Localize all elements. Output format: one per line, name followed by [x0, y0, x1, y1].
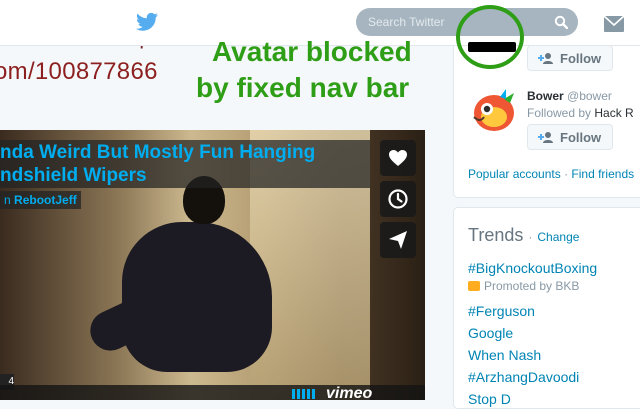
video-person-body: [122, 222, 272, 372]
trends-separator: ·: [528, 230, 533, 244]
trend-item[interactable]: Stop D: [468, 391, 511, 407]
annotation-line-1: Avatar blocked: [212, 36, 412, 67]
followed-by-prefix: Followed by: [527, 106, 592, 120]
annotation-line-2: by fixed nav bar: [196, 72, 410, 103]
trends-header: Trends · Change: [468, 225, 579, 246]
watch-later-button[interactable]: [380, 181, 416, 217]
video-title-line-2[interactable]: ndshield Wipers: [0, 165, 147, 187]
add-user-icon: [538, 132, 553, 143]
trends-change-link[interactable]: Change: [537, 230, 579, 244]
byline-author[interactable]: RebootJeff: [14, 193, 77, 207]
follow-button-label: Follow: [560, 130, 602, 145]
followed-by-text: Followed by Hack R: [527, 106, 634, 120]
clock-icon: [388, 189, 408, 209]
vimeo-logo[interactable]: vimeo: [326, 385, 372, 400]
highlight-circle: [456, 5, 524, 69]
video-title-box[interactable]: nda Weird But Mostly Fun Hanging ndshiel…: [0, 140, 370, 188]
twitter-bird-icon[interactable]: [136, 12, 158, 32]
promoted-text: Promoted by BKB: [484, 279, 580, 293]
bower-display-name[interactable]: Bower: [527, 89, 564, 103]
trend-item[interactable]: Google: [468, 325, 513, 341]
follow-button-label: Follow: [560, 51, 602, 66]
bower-name[interactable]: Bower @bower: [527, 89, 612, 103]
add-user-icon: [538, 53, 553, 64]
share-button[interactable]: [380, 222, 416, 258]
popular-accounts-link[interactable]: Popular accounts: [468, 167, 561, 181]
trend-item[interactable]: #Ferguson: [468, 303, 535, 319]
byline-prefix: n: [4, 193, 11, 207]
bower-handle: @bower: [567, 89, 612, 103]
follow-button[interactable]: Follow: [527, 45, 613, 71]
video-title-line-1[interactable]: nda Weird But Mostly Fun Hanging: [0, 142, 315, 164]
trend-item[interactable]: #ArzhangDavoodi: [468, 369, 579, 385]
search-placeholder: Search Twitter: [368, 15, 445, 29]
trend-item[interactable]: #BigKnockoutBoxing: [468, 260, 597, 276]
heart-icon: [389, 150, 407, 166]
like-button[interactable]: [380, 140, 416, 176]
find-friends-link[interactable]: Find friends: [571, 167, 634, 181]
trend-item[interactable]: When Nash: [468, 347, 541, 363]
trends-title: Trends: [468, 225, 524, 245]
send-icon: [389, 231, 407, 249]
video-controls[interactable]: vimeo: [0, 385, 425, 400]
promoted-icon: [468, 281, 480, 291]
footer-separator: ·: [564, 167, 569, 181]
trends-card: Trends · Change #BigKnockoutBoxing Promo…: [453, 207, 640, 409]
video-byline: n RebootJeff: [0, 191, 81, 209]
search-icon[interactable]: [554, 15, 568, 29]
who-to-follow-footer: Popular accounts · Find friends: [468, 167, 634, 181]
direct-messages-icon[interactable]: [603, 15, 625, 33]
follow-bower-button[interactable]: Follow: [527, 124, 613, 150]
video-player[interactable]: nda Weird But Mostly Fun Hanging ndshiel…: [0, 130, 425, 400]
volume-bars-icon[interactable]: [292, 389, 316, 399]
promoted-label: Promoted by BKB: [468, 279, 579, 293]
bower-avatar[interactable]: [470, 87, 518, 135]
followed-by-name[interactable]: Hack R: [594, 106, 633, 120]
page-url[interactable]: om/100877866: [0, 58, 158, 86]
